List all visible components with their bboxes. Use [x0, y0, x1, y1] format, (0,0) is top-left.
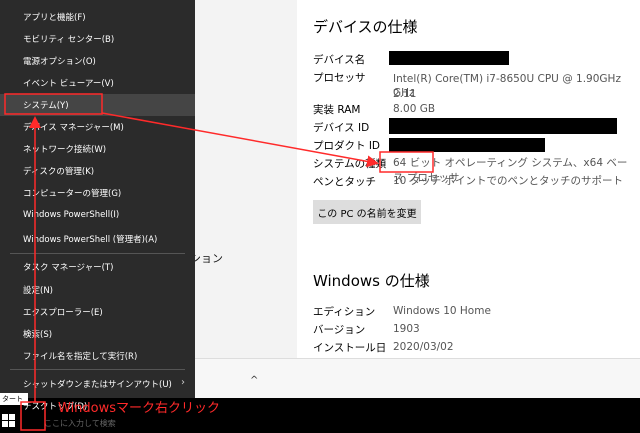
- redacted-value: [389, 118, 617, 134]
- background-toolbar: [195, 358, 640, 398]
- menu-item-system[interactable]: システム(Y): [0, 94, 195, 116]
- spec-label: インストール日: [313, 342, 387, 354]
- start-tooltip: タート: [0, 393, 28, 405]
- winx-context-menu: アプリと機能(F) モビリティ センター(B) 電源オプション(O) イベント …: [0, 0, 195, 412]
- spec-value: 2020/03/02: [393, 341, 454, 353]
- menu-item-label: Windows PowerShell(I): [23, 210, 120, 220]
- menu-item-label: エクスプローラー(E): [23, 308, 103, 318]
- menu-item-mobility-center[interactable]: モビリティ センター(B): [0, 28, 195, 50]
- spec-row-install-date: インストール日 2020/03/02: [313, 340, 633, 358]
- menu-item-label: 設定(N): [23, 286, 53, 296]
- menu-item-powershell[interactable]: Windows PowerShell(I): [0, 205, 195, 227]
- spec-label: 実装 RAM: [313, 104, 361, 116]
- menu-item-run[interactable]: ファイル名を指定して実行(R): [0, 345, 195, 367]
- spec-row-device-id: デバイス ID: [313, 118, 633, 138]
- menu-item-device-manager[interactable]: デバイス マネージャー(M): [0, 116, 195, 138]
- menu-item-shutdown-signout[interactable]: シャットダウンまたはサインアウト(U) ›: [0, 373, 195, 395]
- chevron-up-icon[interactable]: ^: [250, 375, 258, 386]
- spec-label: プロダクト ID: [313, 140, 381, 152]
- menu-item-label: Windows PowerShell (管理者)(A): [23, 235, 158, 245]
- spec-value: 8.00 GB: [393, 103, 436, 115]
- redacted-value: [389, 138, 545, 152]
- search-box-hint[interactable]: ここに入力して検索: [44, 418, 116, 429]
- menu-item-computer-management[interactable]: コンピューターの管理(G): [0, 182, 195, 204]
- menu-separator: [10, 253, 185, 254]
- menu-item-label: ネットワーク接続(W): [23, 145, 107, 155]
- menu-item-label: シャットダウンまたはサインアウト(U): [23, 380, 172, 390]
- redacted-value: [389, 51, 509, 65]
- spec-value: Intel(R) Core(TM) i7-8650U CPU @ 1.90GHz…: [393, 73, 621, 100]
- settings-about-panel: デバイスの仕様 デバイス名 プロセッサ Intel(R) Core(TM) i7…: [297, 0, 640, 358]
- spec-row-processor: プロセッサ Intel(R) Core(TM) i7-8650U CPU @ 1…: [313, 70, 633, 102]
- spec-row-version: バージョン 1903: [313, 322, 633, 340]
- spec-row-system-type: システムの種類 64 ビット オペレーティング システム、x64 ベース プロセ…: [313, 156, 633, 184]
- spec-value: 10 タッチ ポイントでのペンとタッチのサポート: [393, 175, 624, 187]
- spec-label: ペンとタッチ: [313, 176, 376, 188]
- windows-specs-title: Windows の仕様: [313, 272, 430, 290]
- menu-item-network-connections[interactable]: ネットワーク接続(W): [0, 138, 195, 160]
- menu-item-label: アプリと機能(F): [23, 13, 86, 23]
- spec-row-device-name: デバイス名: [313, 51, 633, 70]
- windows-logo-icon[interactable]: [2, 414, 15, 427]
- spec-value-cont: GHz: [393, 87, 415, 99]
- menu-item-label: コンピューターの管理(G): [23, 189, 122, 199]
- menu-item-label: 電源オプション(O): [23, 57, 96, 67]
- rename-pc-button[interactable]: この PC の名前を変更: [313, 200, 421, 224]
- menu-item-label: モビリティ センター(B): [23, 35, 115, 45]
- annotation-text: Windowsマーク右クリック: [58, 401, 221, 416]
- background-window-middle: [195, 0, 297, 358]
- menu-separator: [10, 369, 185, 370]
- menu-item-explorer[interactable]: エクスプローラー(E): [0, 301, 195, 323]
- device-specs-title: デバイスの仕様: [313, 18, 418, 36]
- spec-label: デバイス名: [313, 54, 366, 66]
- menu-item-label: ファイル名を指定して実行(R): [23, 352, 138, 362]
- menu-item-label: イベント ビューアー(V): [23, 79, 114, 89]
- spec-label: プロセッサ: [313, 72, 366, 84]
- spec-label: システムの種類: [313, 158, 387, 170]
- spec-label: バージョン: [313, 324, 366, 336]
- menu-item-disk-management[interactable]: ディスクの管理(K): [0, 160, 195, 182]
- menu-item-powershell-admin[interactable]: Windows PowerShell (管理者)(A): [0, 228, 195, 250]
- spec-row-product-id: プロダクト ID: [313, 138, 633, 156]
- menu-item-event-viewer[interactable]: イベント ビューアー(V): [0, 72, 195, 94]
- menu-item-task-manager[interactable]: タスク マネージャー(T): [0, 256, 195, 278]
- spec-value: Windows 10 Home: [393, 305, 491, 317]
- chevron-right-icon: ›: [181, 377, 185, 388]
- menu-item-power-options[interactable]: 電源オプション(O): [0, 50, 195, 72]
- menu-item-label: システム(Y): [23, 101, 69, 111]
- menu-item-label: タスク マネージャー(T): [23, 263, 114, 273]
- menu-item-search[interactable]: 検索(S): [0, 323, 195, 345]
- spec-label: エディション: [313, 306, 376, 318]
- spec-label: デバイス ID: [313, 122, 370, 134]
- spec-row-edition: エディション Windows 10 Home: [313, 304, 633, 322]
- menu-item-apps-features[interactable]: アプリと機能(F): [0, 6, 195, 28]
- menu-item-settings[interactable]: 設定(N): [0, 279, 195, 301]
- spec-value: 1903: [393, 323, 420, 335]
- spec-row-pen-touch: ペンとタッチ 10 タッチ ポイントでのペンとタッチのサポート: [313, 174, 633, 192]
- menu-item-label: ディスクの管理(K): [23, 167, 95, 177]
- menu-item-label: デバイス マネージャー(M): [23, 123, 124, 133]
- menu-item-label: 検索(S): [23, 330, 53, 340]
